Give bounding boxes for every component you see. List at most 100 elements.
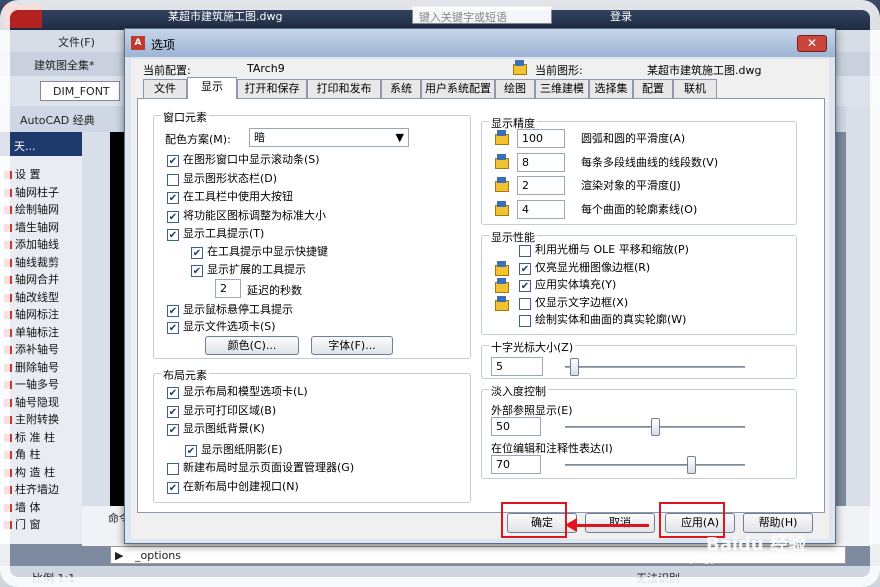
inplace-slider-track[interactable] xyxy=(565,464,745,466)
layout-elements-title: 布局元素 xyxy=(161,367,209,383)
panel-item[interactable]: 构 造 柱 xyxy=(4,464,80,482)
resolution-input[interactable]: 2 xyxy=(517,176,565,195)
perf-checkbox[interactable] xyxy=(519,245,531,257)
le-check-checkbox[interactable]: ✔ xyxy=(167,424,179,436)
we-check-checkbox[interactable]: ✔ xyxy=(167,155,179,167)
crosshair-slider-track[interactable] xyxy=(565,366,745,368)
resolution-icon xyxy=(493,200,511,217)
tab-2[interactable]: 打开和保存 xyxy=(237,79,307,98)
login-label[interactable]: 登录 xyxy=(610,8,632,24)
close-button[interactable]: ✕ xyxy=(797,35,827,52)
le-check2-label: 新建布局时显示页面设置管理器(G) xyxy=(183,461,355,474)
drawing-icon xyxy=(511,60,529,76)
tab-1[interactable]: 显示 xyxy=(187,77,237,99)
search-placeholder: 键入关键字或短语 xyxy=(419,11,507,24)
we-check2-checkbox[interactable]: ✔ xyxy=(167,322,179,334)
crosshair-slider-thumb[interactable] xyxy=(570,358,579,376)
workspace-label[interactable]: AutoCAD 经典 xyxy=(20,112,95,128)
resolution-label: 圆弧和圆的平滑度(A) xyxy=(581,132,686,145)
tab-0[interactable]: 文件 xyxy=(143,79,187,98)
panel-item[interactable]: 一轴多号 xyxy=(4,376,80,394)
color-scheme-select[interactable]: 暗 ▼ xyxy=(249,128,409,147)
tab-9[interactable]: 配置 xyxy=(633,79,673,98)
panel-item[interactable]: 添补轴号 xyxy=(4,341,80,359)
panel-item[interactable]: 标 准 柱 xyxy=(4,429,80,447)
doc-tab[interactable]: 建筑图全集* xyxy=(34,57,95,73)
perf-checkbox[interactable]: ✔ xyxy=(519,280,531,292)
tab-6[interactable]: 绘图 xyxy=(495,79,535,98)
xref-slider-thumb[interactable] xyxy=(651,418,660,436)
tianzheng-panel: 天... 设 置轴网柱子 绘制轴网 墙生轴网 添加轴线 轴线裁剪轴网合并 轴改线型 轴网标注… xyxy=(0,132,82,544)
inplace-input[interactable]: 70 xyxy=(491,455,541,474)
panel-item[interactable]: 墙生轴网 xyxy=(4,219,80,237)
resolution-input[interactable]: 4 xyxy=(517,199,565,219)
le-check-checkbox[interactable]: ✔ xyxy=(167,405,179,418)
we-check-label: 在工具栏中使用大按钮 xyxy=(183,190,293,203)
le-check2-checkbox[interactable] xyxy=(167,463,179,475)
panel-item[interactable]: 轴号隐现 xyxy=(4,394,80,412)
panel-item[interactable]: 柱齐墙边 xyxy=(4,481,80,499)
tooltip-delay-input[interactable]: 2 xyxy=(215,279,241,298)
panel-item[interactable]: 添加轴线 xyxy=(4,236,80,254)
xref-label: 外部参照显示(E) xyxy=(491,404,573,417)
perf-checkbox[interactable] xyxy=(519,297,531,310)
search-input[interactable]: 键入关键字或短语 xyxy=(412,6,552,24)
panel-item[interactable]: 轴网标注 xyxy=(4,306,80,324)
panel-item[interactable]: 门 窗 xyxy=(4,516,80,534)
colors-button[interactable]: 颜色(C)... xyxy=(205,336,299,355)
panel-item[interactable]: 单轴标注 xyxy=(4,324,80,342)
perf-checkbox[interactable] xyxy=(519,315,531,327)
tab-5[interactable]: 用户系统配置 xyxy=(421,79,495,98)
perf-checkbox[interactable]: ✔ xyxy=(519,262,531,275)
we-check-label: 在图形窗口中显示滚动条(S) xyxy=(183,153,320,166)
app-logo-icon[interactable] xyxy=(4,4,42,28)
panel-item[interactable]: 轴线裁剪 xyxy=(4,254,80,272)
panel-item[interactable]: 轴改线型 xyxy=(4,289,80,307)
le-subcheck-checkbox[interactable]: ✔ xyxy=(185,445,197,457)
panel-item[interactable]: 设 置 xyxy=(4,166,80,184)
we-check-checkbox[interactable]: ✔ xyxy=(167,210,179,223)
tab-10[interactable]: 联机 xyxy=(673,79,717,98)
font-field[interactable]: DIM_FONT xyxy=(40,81,120,101)
resolution-label: 渲染对象的平滑度(J) xyxy=(581,179,681,192)
panel-item[interactable]: 主附转换 xyxy=(4,411,80,429)
we-check-checkbox[interactable] xyxy=(167,173,179,186)
we-check2-checkbox[interactable]: ✔ xyxy=(167,305,179,317)
xref-input[interactable]: 50 xyxy=(491,417,541,436)
panel-title: 天... xyxy=(14,140,36,153)
menu-file[interactable]: 文件(F) xyxy=(58,34,95,50)
panel-item[interactable]: 角 柱 xyxy=(4,446,80,464)
tab-8[interactable]: 选择集 xyxy=(589,79,633,98)
le-check-label: 显示图纸背景(K) xyxy=(183,422,265,435)
le-check2-checkbox[interactable]: ✔ xyxy=(167,481,179,494)
panel-item[interactable]: 删除轴号 xyxy=(4,359,80,377)
we-subcheck-checkbox[interactable]: ✔ xyxy=(191,265,203,277)
panel-item-label: 角 柱 xyxy=(15,448,41,461)
dialog-title-bar[interactable]: A 选项 ✕ xyxy=(125,29,835,57)
panel-item-label: 构 造 柱 xyxy=(15,465,55,479)
color-scheme-value: 暗 xyxy=(254,131,265,144)
panel-item-icon xyxy=(4,451,12,459)
we-check-checkbox[interactable]: ✔ xyxy=(167,229,179,241)
panel-item-label: 轴线裁剪 xyxy=(15,255,59,269)
we-check-checkbox[interactable]: ✔ xyxy=(167,192,179,204)
status-scale[interactable]: 比例 1:1 xyxy=(32,570,75,586)
panel-item[interactable]: 墙 体 xyxy=(4,499,80,517)
panel-item[interactable]: 绘制轴网 xyxy=(4,201,80,219)
we-subcheck-checkbox[interactable]: ✔ xyxy=(191,247,203,259)
fonts-button[interactable]: 字体(F)... xyxy=(311,336,393,355)
tab-7[interactable]: 三维建模 xyxy=(535,79,589,98)
inplace-slider-thumb[interactable] xyxy=(687,456,696,474)
crosshair-input[interactable]: 5 xyxy=(491,357,543,376)
panel-item[interactable]: 轴网合并 xyxy=(4,271,80,289)
cancel-button[interactable]: 取消 xyxy=(585,513,655,533)
resolution-input[interactable]: 100 xyxy=(517,129,565,148)
tab-3[interactable]: 打印和发布 xyxy=(307,79,381,98)
perf-label: 利用光栅与 OLE 平移和缩放(P) xyxy=(535,243,689,256)
panel-item-icon xyxy=(4,223,12,232)
le-check-checkbox[interactable]: ✔ xyxy=(167,387,179,399)
resolution-input[interactable]: 8 xyxy=(517,152,565,172)
panel-item-icon xyxy=(4,328,12,337)
panel-item[interactable]: 轴网柱子 xyxy=(4,184,80,202)
tab-4[interactable]: 系统 xyxy=(381,79,421,98)
